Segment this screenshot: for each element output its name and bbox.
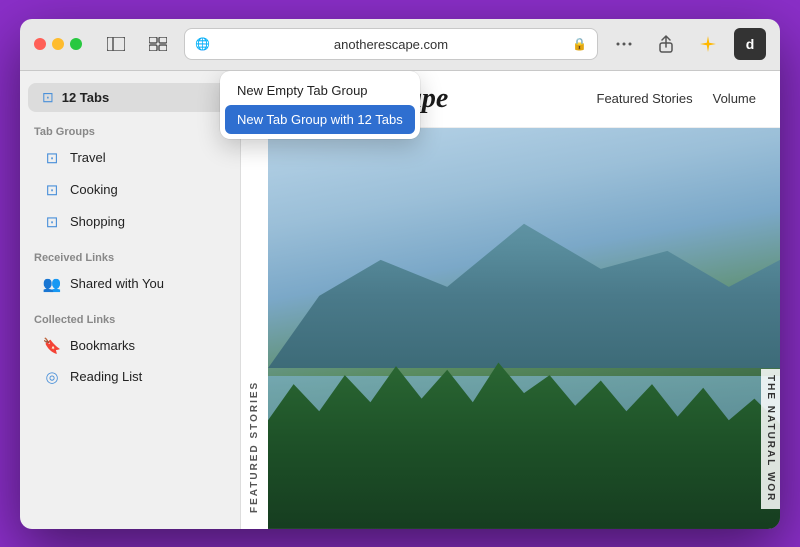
url-text: anotherescape.com bbox=[216, 37, 566, 52]
tab-groups-header: Tab Groups bbox=[20, 116, 240, 142]
sidebar-item-cooking-label: Cooking bbox=[70, 182, 118, 197]
reading-list-icon: ◎ bbox=[42, 368, 62, 386]
received-links-section: Received Links 👥 Shared with You bbox=[20, 242, 240, 300]
globe-icon: 🌐 bbox=[195, 37, 210, 51]
nav-volume[interactable]: Volume bbox=[713, 91, 756, 106]
bookmarks-label: Bookmarks bbox=[70, 338, 135, 353]
tab-groups-icon bbox=[149, 37, 167, 51]
tab-group-icon: ⊡ bbox=[42, 213, 62, 231]
fullscreen-button[interactable] bbox=[70, 38, 82, 50]
sidebar-item-shopping-label: Shopping bbox=[70, 214, 125, 229]
shared-with-you-label: Shared with You bbox=[70, 276, 164, 291]
share-icon bbox=[659, 35, 673, 53]
sparkle-button[interactable] bbox=[692, 28, 724, 60]
sidebar: ⊡ 12 Tabs Tab Groups ⊡ Travel ⊡ Cooking … bbox=[20, 71, 240, 529]
main-content: Another Escape Featured Stories Volume F… bbox=[240, 71, 780, 529]
window-body: ⊡ 12 Tabs Tab Groups ⊡ Travel ⊡ Cooking … bbox=[20, 71, 780, 529]
new-empty-tab-group-item[interactable]: New Empty Tab Group bbox=[225, 76, 415, 105]
tab-groups-button[interactable] bbox=[142, 28, 174, 60]
traffic-lights bbox=[34, 38, 82, 50]
more-icon bbox=[616, 42, 632, 46]
sidebar-item-reading-list[interactable]: ◎ Reading List bbox=[28, 362, 232, 392]
address-bar[interactable]: 🌐 anotherescape.com 🔒 bbox=[184, 28, 598, 60]
lock-icon: 🔒 bbox=[572, 37, 587, 51]
new-tab-group-with-tabs-item[interactable]: New Tab Group with 12 Tabs bbox=[225, 105, 415, 134]
tab-group-dropdown: New Empty Tab Group New Tab Group with 1… bbox=[220, 71, 420, 139]
featured-stories-label: FEATURED STORIES bbox=[240, 128, 268, 529]
sidebar-item-travel[interactable]: ⊡ Travel bbox=[28, 143, 232, 173]
tabs-icon: ⊡ bbox=[42, 89, 54, 106]
bookmark-icon: 🔖 bbox=[42, 337, 62, 355]
collected-links-header: Collected Links bbox=[20, 304, 240, 330]
received-links-header: Received Links bbox=[20, 242, 240, 268]
nav-featured-stories[interactable]: Featured Stories bbox=[597, 91, 693, 106]
extensions-button[interactable]: d bbox=[734, 28, 766, 60]
hero-mountain bbox=[268, 188, 780, 368]
tab-group-icon: ⊡ bbox=[42, 149, 62, 167]
sidebar-item-bookmarks[interactable]: 🔖 Bookmarks bbox=[28, 331, 232, 361]
tab-group-icon: ⊡ bbox=[42, 181, 62, 199]
toolbar: 🌐 anotherescape.com 🔒 d bbox=[20, 19, 780, 71]
collected-links-section: Collected Links 🔖 Bookmarks ◎ Reading Li… bbox=[20, 304, 240, 393]
sidebar-item-shared-with-you[interactable]: 👥 Shared with You bbox=[28, 269, 232, 299]
side-label-right: THE NATURAL WOR bbox=[761, 369, 780, 508]
reading-list-label: Reading List bbox=[70, 369, 142, 384]
sidebar-item-shopping[interactable]: ⊡ Shopping bbox=[28, 207, 232, 237]
sidebar-item-cooking[interactable]: ⊡ Cooking bbox=[28, 175, 232, 205]
current-tabs-item[interactable]: ⊡ 12 Tabs bbox=[28, 83, 232, 112]
sidebar-icon bbox=[107, 37, 125, 51]
share-button[interactable] bbox=[650, 28, 682, 60]
current-tabs-label: 12 Tabs bbox=[62, 90, 109, 105]
sidebar-item-travel-label: Travel bbox=[70, 150, 106, 165]
shared-with-you-icon: 👥 bbox=[42, 275, 62, 293]
sidebar-toggle-button[interactable] bbox=[100, 28, 132, 60]
minimize-button[interactable] bbox=[52, 38, 64, 50]
more-options-button[interactable] bbox=[608, 28, 640, 60]
hero-forest bbox=[268, 348, 780, 528]
site-nav-links: Featured Stories Volume bbox=[597, 91, 756, 106]
content-area: FEATURED STORIES THE NATURAL WOR bbox=[240, 128, 780, 529]
hero-image: THE NATURAL WOR bbox=[268, 128, 780, 529]
close-button[interactable] bbox=[34, 38, 46, 50]
browser-window: 🌐 anotherescape.com 🔒 d bbox=[20, 19, 780, 529]
sparkle-icon bbox=[699, 35, 717, 53]
